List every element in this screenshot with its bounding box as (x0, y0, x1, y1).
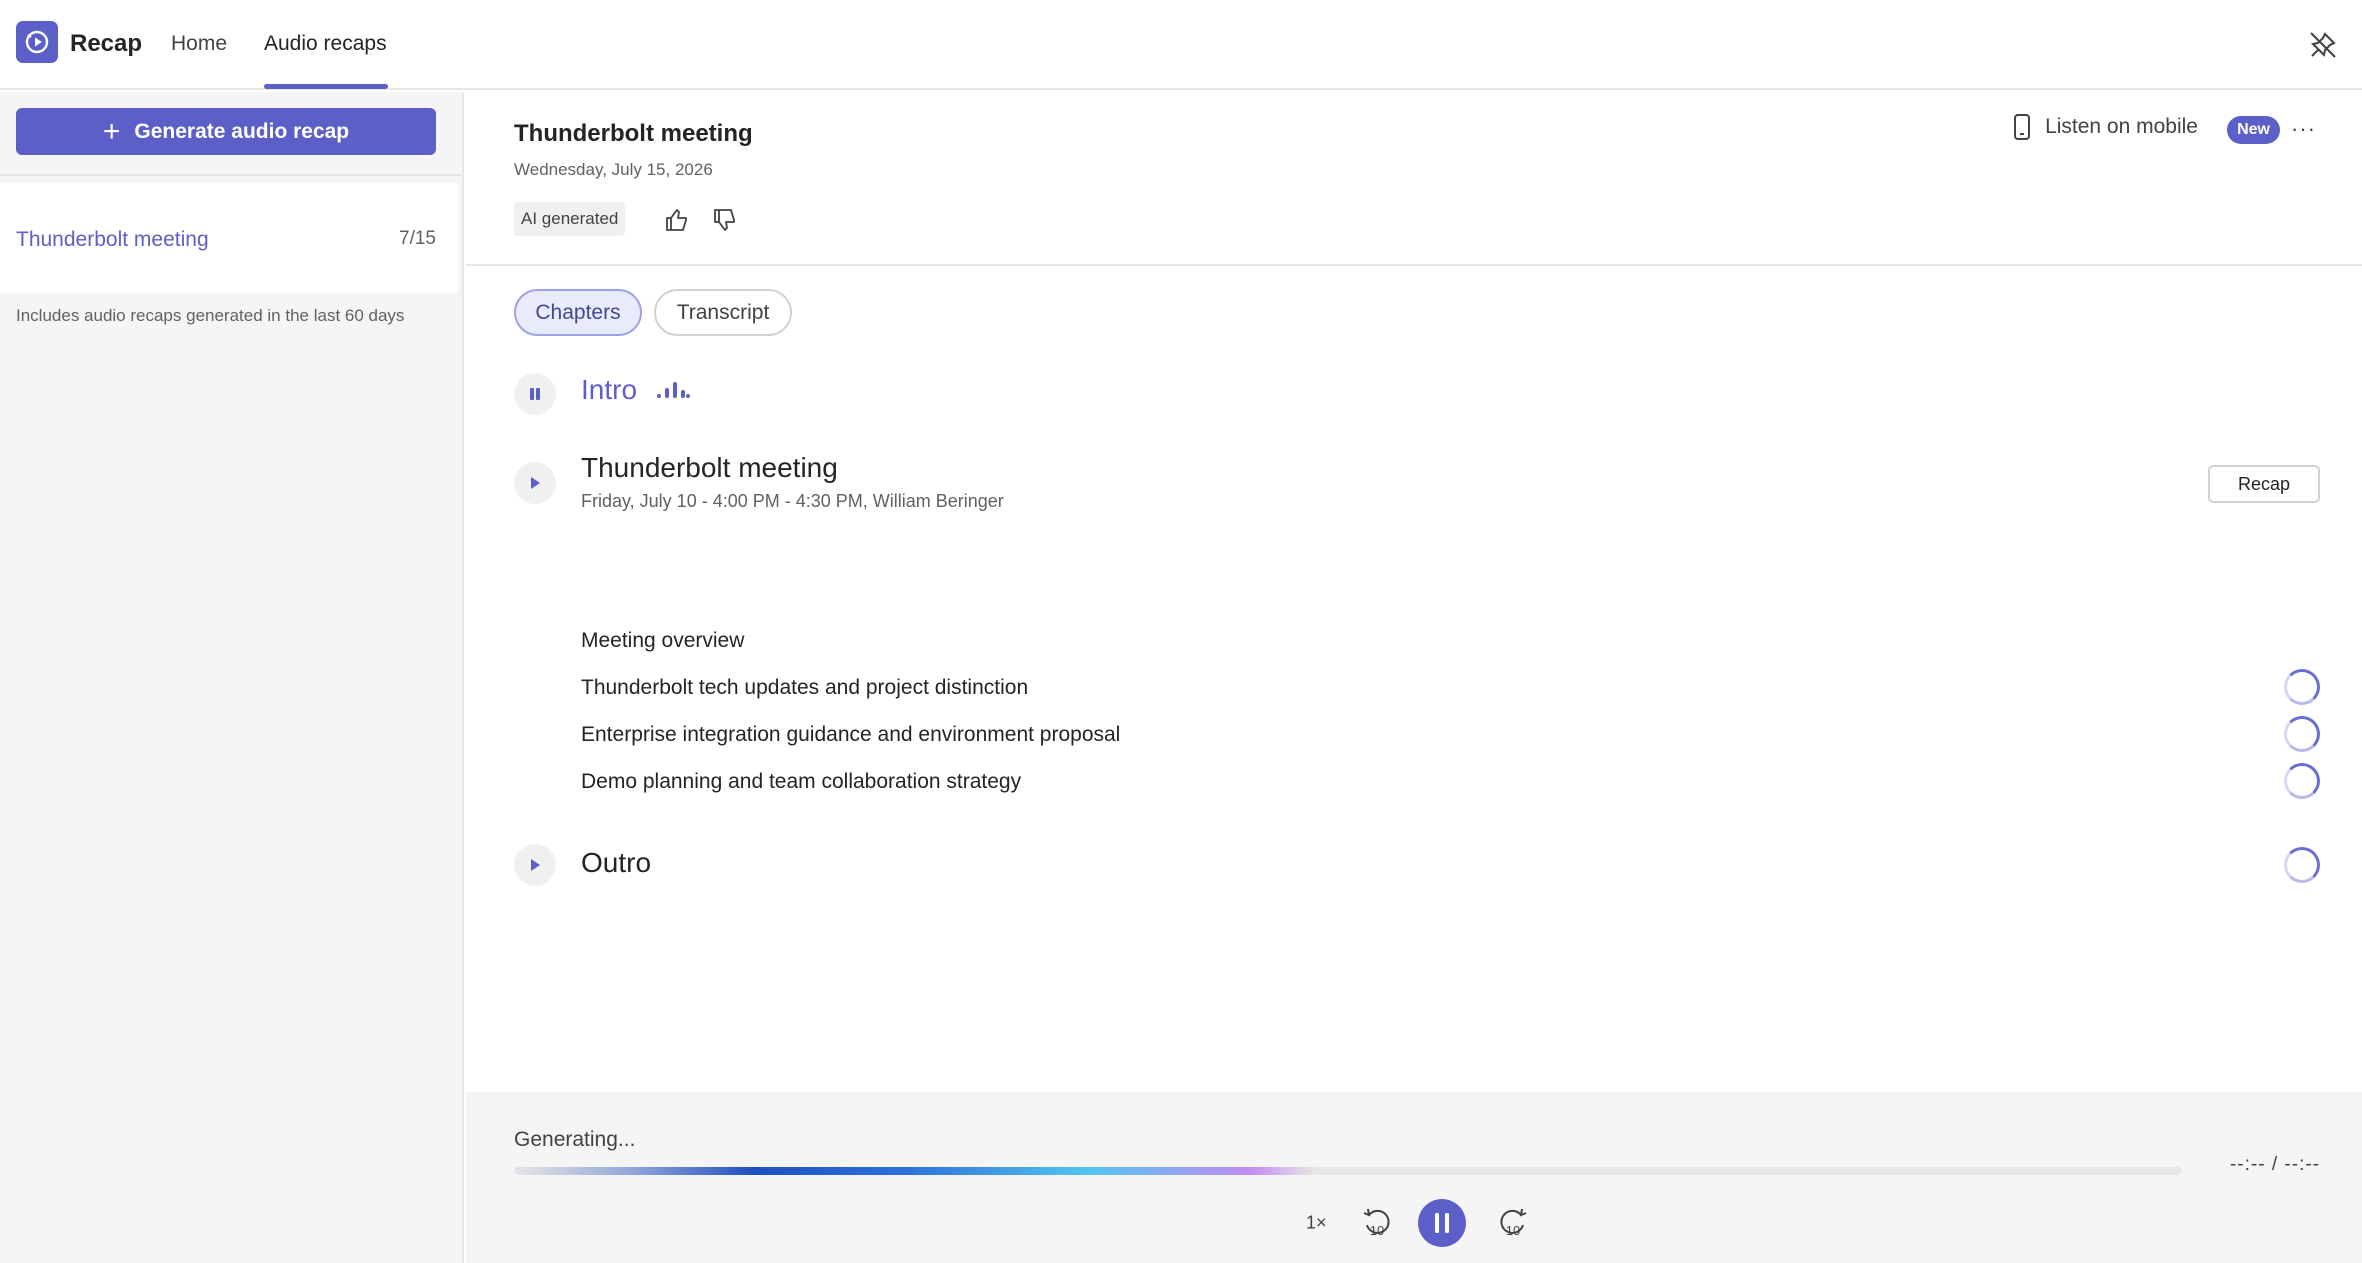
meeting-play-button[interactable] (514, 462, 556, 504)
tab-chapters[interactable]: Chapters (514, 289, 642, 336)
tab-home[interactable]: Home (171, 32, 227, 56)
play-icon (531, 477, 540, 489)
tab-audio-recaps[interactable]: Audio recaps (264, 32, 387, 56)
loading-spinner-icon (2284, 763, 2320, 799)
thumbs-down-icon[interactable] (710, 206, 738, 234)
time-readout: --:-- / --:-- (2229, 1154, 2320, 1175)
tab-transcript[interactable]: Transcript (654, 289, 792, 336)
chapter-meeting-subtitle: Friday, July 10 - 4:00 PM - 4:30 PM, Wil… (581, 491, 1004, 511)
chapter-intro-title[interactable]: Intro (581, 374, 637, 406)
listen-label: Listen on mobile (2045, 115, 2198, 138)
rewind-10-icon[interactable]: 10 (1360, 1206, 1394, 1240)
chapter-item-meeting-overview[interactable]: Meeting overview (581, 629, 744, 653)
player-status: Generating... (514, 1128, 636, 1151)
chapter-item-tech-updates[interactable]: Thunderbolt tech updates and project dis… (581, 676, 1028, 700)
listen-on-mobile-button[interactable]: Listen on mobile (2013, 114, 2198, 140)
progress-fill (514, 1167, 1315, 1175)
app-name: Recap (70, 30, 143, 57)
new-badge: New (2227, 116, 2280, 144)
svg-text:10: 10 (1506, 1223, 1520, 1238)
sidebar-item-thunderbolt-meeting[interactable]: Thunderbolt meeting 7/15 (0, 183, 458, 293)
main-panel: Thunderbolt meeting Wednesday, July 15, … (466, 92, 2362, 1263)
generate-button-label: Generate audio recap (134, 119, 350, 143)
plus-icon: + (102, 114, 121, 148)
loading-spinner-icon (2284, 847, 2320, 883)
outro-play-button[interactable] (514, 844, 556, 886)
sidebar-item-date: 7/15 (399, 228, 436, 249)
playback-speed-button[interactable]: 1× (1306, 1213, 1327, 1234)
sidebar-divider (0, 174, 464, 176)
sidebar-note: Includes audio recaps generated in the l… (16, 306, 405, 325)
chapter-meeting-title[interactable]: Thunderbolt meeting (581, 452, 838, 484)
loading-spinner-icon (2284, 716, 2320, 752)
svg-text:10: 10 (1370, 1223, 1384, 1238)
sidebar: + Generate audio recap Thunderbolt meeti… (0, 92, 464, 1263)
ai-generated-badge: AI generated (514, 202, 626, 236)
more-options-icon[interactable]: ··· (2291, 116, 2316, 142)
thumbs-up-icon[interactable] (662, 206, 690, 234)
chapter-item-enterprise-integration[interactable]: Enterprise integration guidance and envi… (581, 723, 1120, 747)
progress-track[interactable] (514, 1167, 2182, 1175)
loading-spinner-icon (2284, 669, 2320, 705)
top-bar: Recap Home Audio recaps (0, 0, 2362, 90)
mobile-phone-icon (2014, 114, 2031, 140)
header-divider (466, 264, 2362, 266)
selected-tab-indicator (264, 84, 388, 89)
recap-date: Wednesday, July 15, 2026 (514, 160, 713, 179)
sidebar-item-title: Thunderbolt meeting (16, 228, 209, 251)
generate-audio-recap-button[interactable]: + Generate audio recap (16, 108, 436, 155)
forward-10-icon[interactable]: 10 (1496, 1206, 1530, 1240)
chapter-outro-title[interactable]: Outro (581, 847, 651, 879)
unpin-icon[interactable] (2306, 28, 2340, 62)
recap-play-icon (16, 21, 58, 63)
intro-pause-button[interactable] (514, 373, 556, 415)
play-icon (531, 859, 540, 871)
audio-player: Generating... --:-- / --:-- 1× 10 10 (466, 1092, 2362, 1263)
recap-title: Thunderbolt meeting (514, 120, 753, 147)
pause-icon (1435, 1213, 1449, 1233)
play-pause-button[interactable] (1418, 1199, 1466, 1247)
chapter-item-demo-planning[interactable]: Demo planning and team collaboration str… (581, 770, 1021, 794)
audio-wave-icon (657, 382, 690, 398)
recap-button[interactable]: Recap (2208, 465, 2320, 503)
pause-icon (530, 388, 540, 400)
